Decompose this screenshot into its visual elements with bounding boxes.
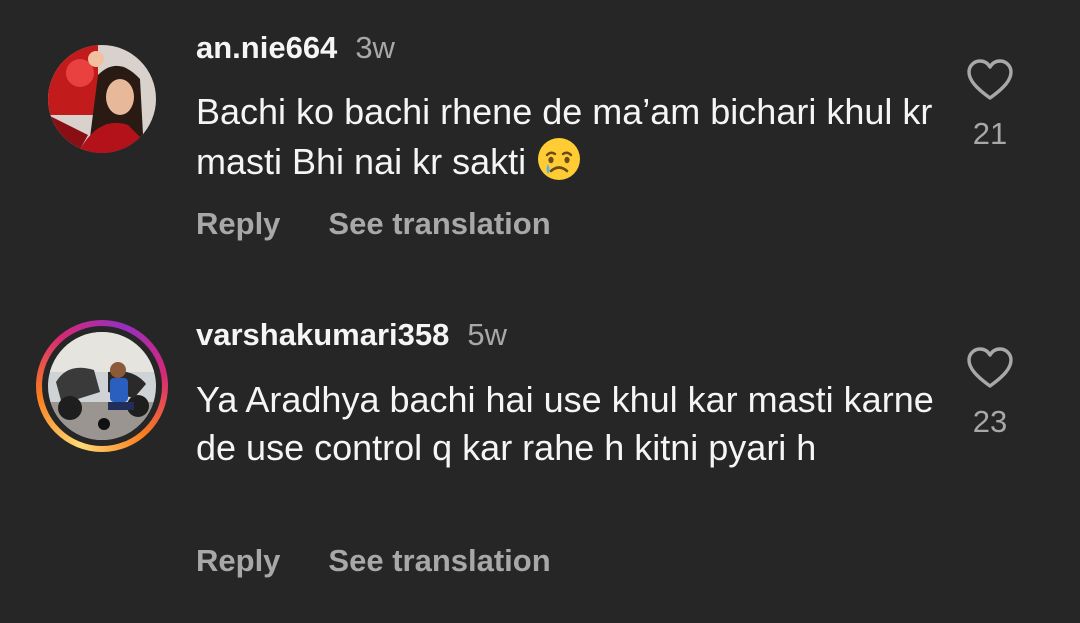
comment-actions: Reply See translation: [196, 206, 551, 242]
like-count: 21: [972, 116, 1008, 151]
see-translation-button[interactable]: See translation: [328, 543, 550, 579]
story-ring-gap: [42, 326, 162, 446]
like-control: 23: [960, 346, 1020, 440]
avatar-photo: [48, 332, 156, 440]
comment-timestamp: 3w: [355, 30, 395, 65]
avatar[interactable]: [48, 332, 156, 440]
crying-face-emoji-icon: [538, 138, 581, 180]
reply-button[interactable]: Reply: [196, 206, 280, 242]
comment-timestamp: 5w: [467, 317, 507, 352]
comment-username[interactable]: an.nie664 3w: [196, 30, 395, 66]
username-text[interactable]: varshakumari358: [196, 317, 449, 352]
username-text[interactable]: an.nie664: [196, 30, 337, 65]
comment-text: Ya Aradhya bachi hai use khul kar masti …: [196, 376, 936, 472]
comment-text: Bachi ko bachi rhene de ma’am bichari kh…: [196, 88, 936, 186]
comment-body: Ya Aradhya bachi hai use khul kar masti …: [196, 379, 934, 468]
like-count: 23: [972, 404, 1008, 439]
comment-actions: Reply See translation: [196, 543, 551, 579]
reply-button[interactable]: Reply: [196, 543, 280, 579]
comment-username[interactable]: varshakumari358 5w: [196, 317, 507, 353]
heart-outline-icon[interactable]: [966, 58, 1014, 102]
like-control: 21: [960, 58, 1020, 152]
story-ring[interactable]: [36, 320, 168, 452]
comment-item: varshakumari358 5w Ya Aradhya bachi hai u…: [0, 300, 1080, 623]
heart-outline-icon[interactable]: [966, 346, 1014, 390]
comment-item: an.nie664 3w Bachi ko bachi rhene de ma’a…: [0, 0, 1080, 300]
avatar[interactable]: [48, 45, 156, 153]
avatar-photo: [48, 45, 156, 153]
see-translation-button[interactable]: See translation: [328, 206, 550, 242]
